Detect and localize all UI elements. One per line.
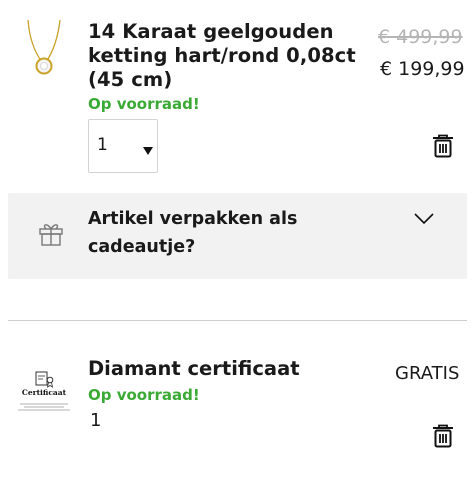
delete-item-button[interactable] <box>432 424 454 448</box>
product-title[interactable]: 14 Karaat geelgouden ketting hart/rond 0… <box>88 20 358 92</box>
quantity-value: 1 <box>97 135 108 155</box>
trash-icon <box>433 424 453 448</box>
dropdown-arrow-icon <box>143 140 153 159</box>
product-title[interactable]: Diamant certificaat <box>88 357 300 380</box>
price-free: GRATIS <box>395 363 460 384</box>
product-image-necklace[interactable] <box>22 18 66 88</box>
quantity-value: 1 <box>90 410 102 431</box>
necklace-icon <box>27 19 61 75</box>
divider <box>8 320 467 321</box>
product-title-line: 14 Karaat geelgouden <box>88 20 334 43</box>
gift-icon <box>38 221 64 251</box>
chevron-down-icon[interactable] <box>414 210 434 229</box>
original-price: € 499,99 <box>378 26 463 48</box>
quantity-select[interactable]: 1 <box>88 119 158 173</box>
gift-wrap-label-line: cadeautje? <box>88 237 196 257</box>
gift-wrap-label-line: Artikel verpakken als <box>88 209 298 229</box>
product-image-certificate[interactable]: Certificaat <box>14 370 74 418</box>
certificate-image-text: Certificaat <box>21 388 67 397</box>
trash-icon <box>433 134 453 158</box>
delete-item-button[interactable] <box>432 134 454 158</box>
gift-wrap-label: Artikel verpakken als cadeautje? <box>88 205 297 261</box>
sale-price: € 199,99 <box>380 58 465 80</box>
stock-status: Op voorraad! <box>88 386 200 404</box>
product-title-line: ketting hart/rond 0,08ct <box>88 44 356 67</box>
product-title-line: (45 cm) <box>88 68 173 91</box>
stock-status: Op voorraad! <box>88 95 200 113</box>
